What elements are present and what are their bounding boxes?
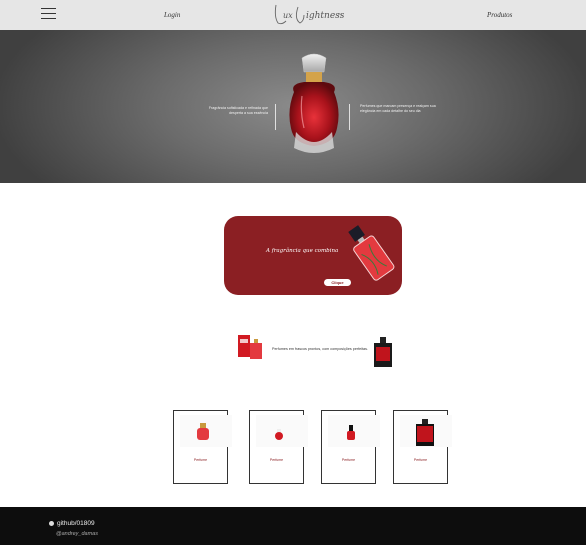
product-card-label: Perfume bbox=[341, 458, 356, 462]
hero-left-text: Fragrância sofisticada e refinada que de… bbox=[208, 106, 268, 115]
github-link[interactable]: github/01809 bbox=[49, 520, 95, 527]
promo-perfume-image bbox=[348, 225, 395, 281]
product-card-label: Perfume bbox=[413, 458, 428, 462]
promo-card: A fragrância que combina Clique bbox=[224, 216, 402, 295]
product-card-2[interactable]: Perfume bbox=[249, 410, 308, 484]
hero-divider-left bbox=[275, 104, 276, 130]
hero-banner: Fragrância sofisticada e refinada que de… bbox=[0, 30, 586, 183]
github-text: github/01809 bbox=[57, 520, 95, 527]
top-navbar: Login ux ightness Co Produtos bbox=[0, 0, 586, 30]
nav-login-link[interactable]: Login bbox=[164, 11, 180, 19]
product-bottle-image bbox=[197, 423, 209, 440]
github-icon bbox=[49, 520, 54, 526]
brand-logo-mark: ux ightness Co bbox=[274, 4, 345, 25]
svg-text:Co: Co bbox=[338, 12, 342, 16]
product-image-box bbox=[180, 415, 232, 447]
perfume-bottle-image bbox=[289, 53, 339, 153]
product-card-4[interactable]: Perfume bbox=[393, 410, 452, 484]
product-bottle-image bbox=[416, 419, 434, 446]
info-description: Perfumes em frascos prontos, com composi… bbox=[272, 347, 368, 351]
hero-divider-right bbox=[349, 104, 350, 130]
svg-text:ux: ux bbox=[283, 11, 293, 20]
product-image-box bbox=[328, 415, 380, 447]
nav-produtos-link[interactable]: Produtos bbox=[487, 11, 512, 19]
product-bottle-image bbox=[347, 425, 355, 440]
perfume-box-image bbox=[238, 335, 262, 359]
promo-tagline: A fragrância que combina bbox=[266, 248, 339, 254]
product-card-3[interactable]: Perfume bbox=[321, 410, 380, 484]
product-image-box bbox=[400, 415, 452, 447]
footer: github/01809 @andrey_damas bbox=[0, 507, 586, 545]
brand-logo[interactable]: ux ightness Co bbox=[272, 1, 345, 27]
author-handle-link[interactable]: @andrey_damas bbox=[56, 531, 98, 537]
product-card-label: Perfume bbox=[269, 458, 284, 462]
product-card-1[interactable]: Perfume bbox=[173, 410, 232, 484]
perfume-bottle-dark-image bbox=[374, 337, 392, 367]
product-image-box bbox=[256, 415, 308, 447]
hero-right-text: Perfumes que marcam presença e realçam s… bbox=[360, 104, 436, 113]
menu-icon[interactable] bbox=[41, 8, 56, 20]
product-card-label: Perfume bbox=[193, 458, 208, 462]
product-bottle-image bbox=[275, 429, 283, 440]
